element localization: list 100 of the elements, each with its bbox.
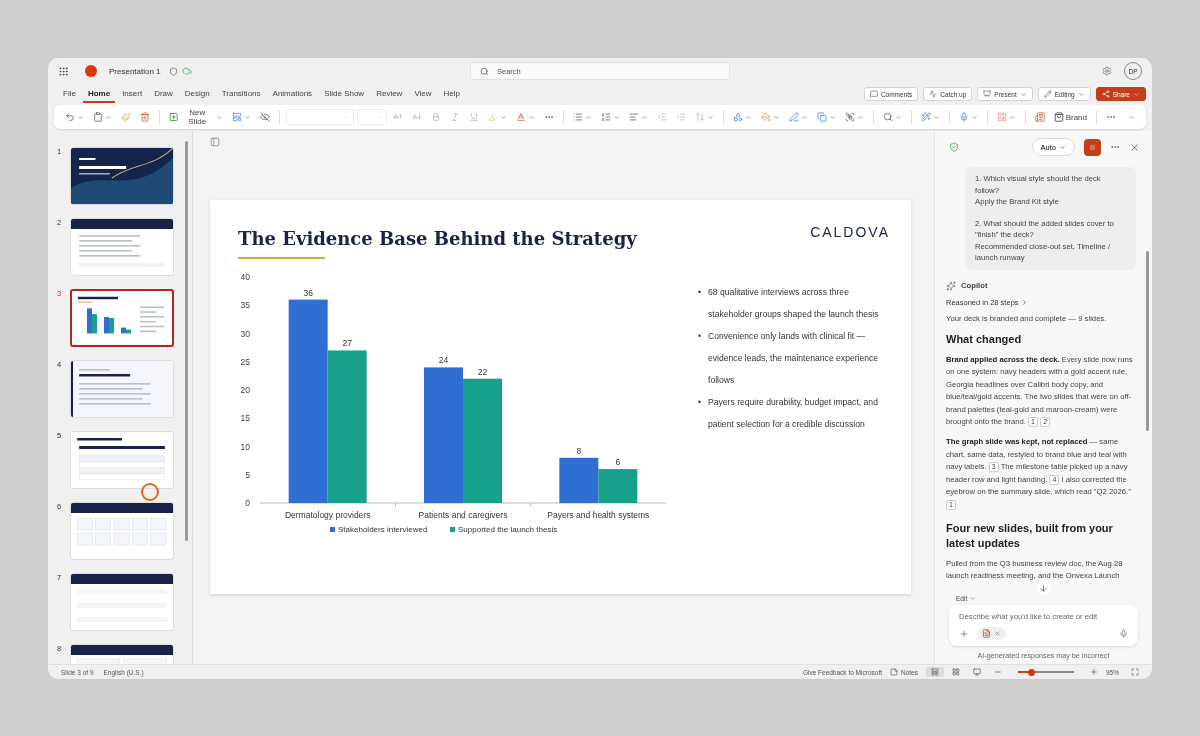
- zoom-thumb[interactable]: [1028, 668, 1036, 676]
- chevron-down-icon: [969, 595, 977, 602]
- comment-icon: [869, 90, 878, 98]
- compose-icon: [1090, 142, 1095, 152]
- minus-icon: [994, 668, 1002, 676]
- font-color-icon: [516, 112, 527, 122]
- chevron-down-icon: [1059, 143, 1066, 151]
- font-dropdown[interactable]: [285, 109, 354, 125]
- ribbon-tab[interactable]: Insert: [117, 85, 148, 103]
- delete-icon: [140, 112, 150, 122]
- design-ideas-icon: [996, 112, 1007, 122]
- category-label: Dermatology providers: [284, 510, 371, 520]
- chevron-down-icon: [1133, 90, 1140, 98]
- chevron-down-icon: [243, 113, 251, 121]
- chevron-down-icon: [216, 113, 223, 121]
- axis-tick-label: 40: [240, 272, 250, 282]
- search-icon: [480, 67, 489, 76]
- reading-view-icon: [973, 668, 981, 676]
- pencil-icon: [1043, 90, 1052, 98]
- category-label: Patients and caregivers: [418, 510, 508, 520]
- bullet-text: Convenience only lands with clinical fit — evidence leads, the maintenance experience follows: [708, 330, 880, 387]
- plus-icon[interactable]: [959, 628, 969, 639]
- chevron-down-icon: [894, 113, 902, 121]
- bullet-marker: •: [698, 330, 701, 343]
- undo-icon: [65, 112, 75, 122]
- cloud-check-icon[interactable]: [181, 66, 192, 76]
- underline-icon: [469, 112, 480, 122]
- scrollbar[interactable]: [1146, 251, 1149, 431]
- ribbon-tab[interactable]: Draw: [149, 85, 178, 103]
- scroll-down-button[interactable]: [1036, 581, 1051, 595]
- line-spacing-icon: [695, 112, 706, 122]
- align-icon: [629, 112, 640, 122]
- ribbon-tab[interactable]: Help: [438, 85, 466, 103]
- ribbon-tab[interactable]: Animations: [267, 85, 318, 103]
- highlight-icon: [488, 112, 499, 122]
- chevron-down-icon: [528, 113, 536, 121]
- brand-button[interactable]: Brand: [1050, 110, 1090, 124]
- app-logo[interactable]: [85, 65, 97, 77]
- axis-tick-label: 20: [240, 385, 250, 395]
- view-button[interactable]: [926, 667, 944, 677]
- chevron-down-icon: [585, 113, 593, 121]
- axis-tick-label: 25: [240, 356, 250, 367]
- axis-tick-label: 10: [240, 441, 250, 452]
- chevron-down-icon: [376, 113, 384, 121]
- normal-view-icon: [931, 668, 939, 676]
- find-icon: [882, 112, 893, 122]
- legend-label: Stakeholders interviewed: [338, 525, 428, 534]
- chevron-down-icon: [1019, 90, 1027, 98]
- chevron-down-icon: [500, 113, 508, 121]
- outline-icon: [788, 112, 799, 122]
- new-slide-icon: [168, 112, 179, 122]
- data-label: 6: [615, 457, 621, 468]
- microphone-icon[interactable]: [1119, 629, 1128, 638]
- bullet-text: Payers require durability, budget impact, and patient selection for a credible discussion: [708, 396, 879, 431]
- attachment-chip[interactable]: [977, 627, 1006, 640]
- arrange-icon: [816, 112, 827, 122]
- dictate-icon: [958, 112, 969, 122]
- bullet-marker: •: [698, 396, 701, 409]
- legend-label: Supported the launch thesis: [458, 525, 558, 534]
- ribbon-tab[interactable]: Slide Show: [319, 85, 370, 103]
- chevron-down-icon: [641, 113, 649, 121]
- slide-thumbnail[interactable]: [70, 289, 174, 347]
- chevron-down-icon: [744, 113, 752, 121]
- new-slide-button[interactable]: New Slide: [165, 106, 226, 128]
- bullets-icon: [573, 112, 584, 122]
- indent-icon: [676, 112, 687, 122]
- shield-check-icon: [949, 142, 959, 152]
- app-launcher-icon[interactable]: [58, 65, 69, 77]
- data-label: 22: [477, 366, 488, 377]
- shield-icon[interactable]: [168, 66, 178, 76]
- ribbon-tab[interactable]: File: [58, 85, 81, 103]
- plus-icon: [1090, 668, 1098, 676]
- document-title[interactable]: Presentation 1: [109, 66, 161, 76]
- ribbon-tab[interactable]: Design: [179, 85, 215, 103]
- chevron-down-icon: [800, 113, 808, 121]
- ribbon-tab[interactable]: Transitions: [216, 85, 266, 103]
- ribbon-tab[interactable]: Home: [82, 85, 116, 103]
- ribbon-tab[interactable]: Review: [371, 85, 408, 103]
- brand-logo: CALDOVA: [810, 224, 890, 240]
- scrollbar[interactable]: [185, 141, 188, 541]
- settings-icon[interactable]: [1102, 66, 1112, 76]
- axis-tick-label: 15: [240, 413, 250, 424]
- chevron-down-icon: [1008, 113, 1016, 121]
- grow-font-icon: [393, 112, 404, 122]
- slide-title: The Evidence Base Behind the Strategy: [238, 228, 637, 249]
- remove-icon: [994, 630, 1001, 637]
- share-icon: [1101, 90, 1110, 98]
- fit-icon: [1131, 668, 1139, 676]
- close-icon[interactable]: [1129, 141, 1140, 153]
- new-chat-button[interactable]: [1084, 138, 1101, 156]
- font-size-dropdown[interactable]: [356, 109, 388, 125]
- chevron-down-icon: [932, 113, 940, 121]
- layout-icon: [231, 112, 242, 122]
- chevron-down-icon: [105, 113, 112, 121]
- format-painter-button[interactable]: [118, 110, 134, 124]
- axis-tick-label: 0: [245, 498, 250, 508]
- bag-icon: [1053, 112, 1064, 122]
- chevron-down-icon: [77, 113, 84, 121]
- ribbon-tab[interactable]: View: [409, 85, 437, 103]
- bold-icon: [431, 112, 442, 122]
